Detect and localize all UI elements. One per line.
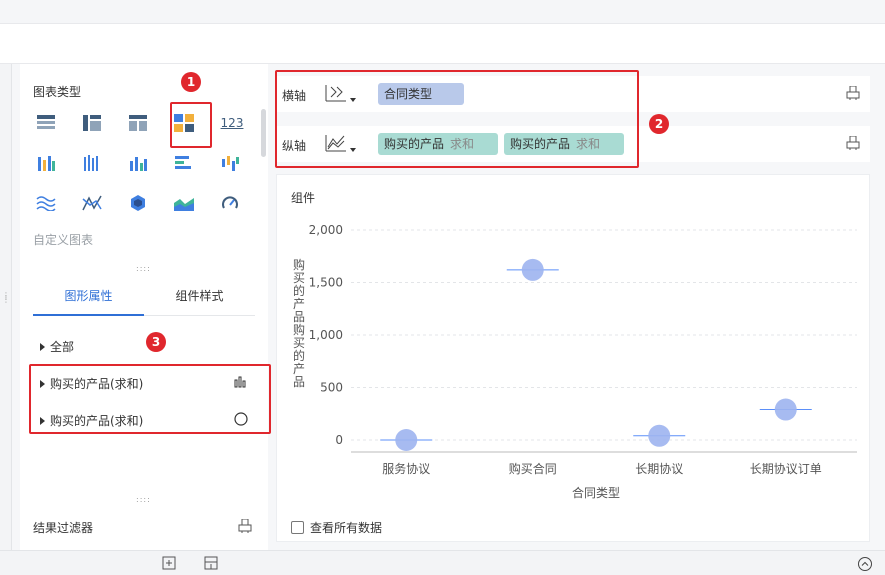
x-tick-label: 长期协议 [635,461,683,476]
badge-2: 2 [649,114,669,134]
x-tick-label: 服务协议 [382,461,430,476]
custom-chart-link[interactable]: 自定义图表 [33,231,93,248]
hexagon-icon[interactable] [125,190,151,216]
y-tick-label: 500 [320,381,343,395]
resize-handle-icon[interactable]: :::: [136,495,151,504]
gauge-icon[interactable] [217,190,243,216]
wave-line-icon[interactable] [33,190,59,216]
x-axis-settings-icon[interactable] [846,86,860,100]
detail-table-icon[interactable] [125,110,151,136]
kpi-number-icon[interactable]: 123 [217,110,247,136]
data-point [774,398,797,421]
x-tick-label: 购买合同 [509,461,557,476]
drag-handle-icon[interactable]: ⋮ ⋮ [2,292,10,304]
data-point [395,429,418,451]
badge-1: 1 [181,72,201,92]
x-axis-title: 合同类型 [572,485,620,500]
y-axis-title: 购买的产品购买的产品 [293,257,305,389]
result-filter-title: 结果过滤器 [33,521,94,535]
add-dashboard-icon[interactable] [204,556,220,572]
grouped-column-icon[interactable] [33,150,59,176]
property-all[interactable]: 全部 [40,338,74,355]
show-all-label: 查看所有数据 [310,521,383,535]
stacked-column-icon[interactable] [79,150,105,176]
badge-3: 3 [146,332,166,352]
range-column-icon[interactable] [217,150,243,176]
data-point [521,258,544,281]
add-component-icon[interactable] [162,556,178,572]
y-tick-label: 1,500 [309,276,343,290]
filter-settings-icon[interactable] [238,519,252,533]
chart-card: 组件 0 500 1,000 1,500 2,000 服务协议 购买合同 长期协议 长期协议订单… [276,174,870,542]
y-tick-label: 0 [335,433,343,447]
bar-chart-horizontal-icon[interactable] [171,150,197,176]
highlight-box-properties [29,364,271,434]
data-point [648,424,671,447]
properties-panel: 图表类型 123 自定义图表:::: 图形属性 组件样式 全部 购买的产品(求… [20,64,268,550]
scatter-chart[interactable]: 0 500 1,000 1,500 2,000 服务协议 购买合同 长期协议 长期协议订单合同类… [277,175,871,505]
tab-component-style[interactable]: 组件样式 [144,276,255,316]
area-chart-icon[interactable] [171,190,197,216]
property-all-label: 全部 [50,340,75,354]
chart-type-scrollbar[interactable] [261,109,266,157]
caret-right-icon [40,342,45,351]
highlight-box-axes [275,70,639,168]
y-tick-label: 1,000 [309,328,343,342]
tab-graphic-properties[interactable]: 图形属性 [33,276,144,316]
top-bar [0,0,885,24]
secondary-toolbar [0,24,885,64]
resize-handle-icon[interactable]: :::: [136,264,151,273]
y-tick-label: 2,000 [309,223,343,237]
property-tabs: 图形属性 组件样式 [33,276,255,316]
x-tick-label: 长期协议订单 [750,461,822,476]
collapse-up-icon[interactable] [857,556,873,572]
cross-table-icon[interactable] [79,110,105,136]
column-chart-icon[interactable] [125,150,151,176]
collapsed-side-strip[interactable]: ⋮ ⋮ [0,64,12,550]
show-all-data-option[interactable]: 查看所有数据 [291,519,382,536]
radar-line-icon[interactable] [79,190,105,216]
highlight-box-chart-type [170,102,212,148]
table-chart-icon[interactable] [33,110,59,136]
y-axis-settings-icon[interactable] [846,136,860,150]
bottom-bar [0,550,885,575]
chart-type-title: 图表类型 [33,85,82,99]
show-all-checkbox[interactable] [291,521,304,534]
